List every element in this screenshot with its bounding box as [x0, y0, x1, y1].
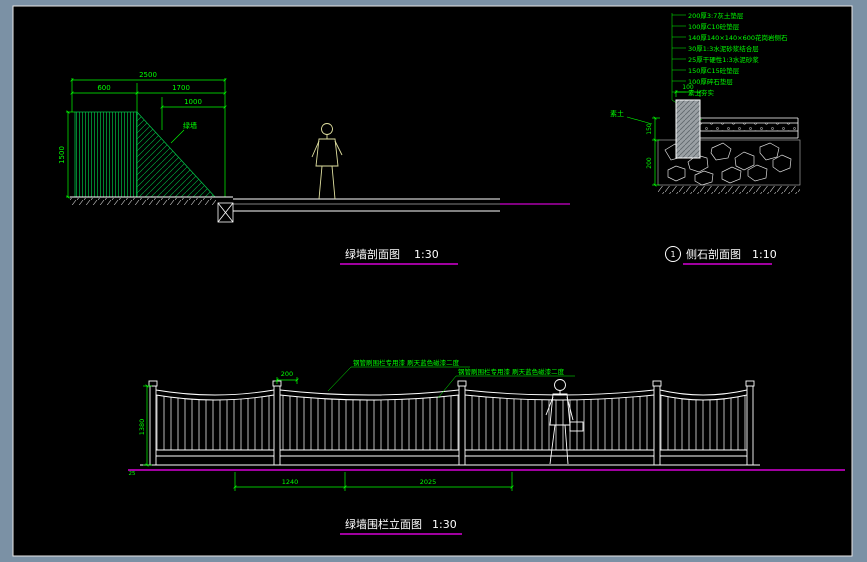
fence-note: 钢管刷围栏专用漆 刷天蓝色磁漆二度: [458, 367, 565, 376]
dim-layer-lower: 200: [646, 157, 653, 169]
wall-scale: 1:30: [414, 248, 439, 261]
note-line: 150厚C15砼垫层: [688, 66, 740, 75]
soil-hatch: [658, 186, 800, 194]
dim-stone-top: 100: [682, 84, 694, 91]
note-line: 200厚3:7灰土垫层: [688, 11, 744, 20]
curb-scale: 1:10: [752, 248, 777, 261]
dim-left-seg: 600: [97, 84, 110, 92]
ground-hatch: [70, 198, 216, 205]
note-line: 30厚1:3水泥砂浆结合层: [688, 44, 759, 53]
fence-caption: 绿墙围栏立面图: [345, 517, 422, 531]
dim-layer-upper: 150: [646, 123, 653, 135]
wall-label: 绿墙: [183, 121, 197, 130]
dim-fence-height: 1380: [138, 419, 146, 436]
note-line: 100厚C10砼垫层: [688, 22, 740, 31]
dim-bay1: 1240: [282, 478, 299, 486]
fence-scale: 1:30: [432, 518, 457, 531]
dim-height: 1500: [58, 146, 66, 164]
dim-slope: 1000: [184, 98, 202, 106]
dim-right-seg: 1700: [172, 84, 190, 92]
fence-note: 钢管刷围栏专用漆 刷天蓝色磁漆二度: [353, 358, 460, 367]
side-stone: [675, 99, 701, 159]
curb-caption: 侧石剖面图: [686, 247, 741, 261]
cad-viewport: 2500 600 1700 1000 1500 绿墙 绿墙剖面图 1:30 20…: [0, 0, 867, 562]
detail-bubble-number: 1: [670, 250, 675, 259]
dim-base: 25: [129, 471, 136, 477]
dim-bay2: 2025: [420, 478, 437, 486]
dim-post: 200: [281, 370, 293, 378]
note-line: 140厚140×140×600花岗岩侧石: [688, 33, 788, 42]
green-wall-hatch: [74, 111, 138, 198]
note-line: 25厚干硬性1:3水泥砂浆: [688, 55, 759, 64]
drawing-canvas[interactable]: [12, 5, 853, 557]
soil-label: 素土: [610, 109, 624, 118]
wall-caption: 绿墙剖面图: [345, 247, 400, 261]
note-line: 100厚碎石垫层: [688, 77, 733, 86]
dim-total: 2500: [139, 71, 157, 79]
